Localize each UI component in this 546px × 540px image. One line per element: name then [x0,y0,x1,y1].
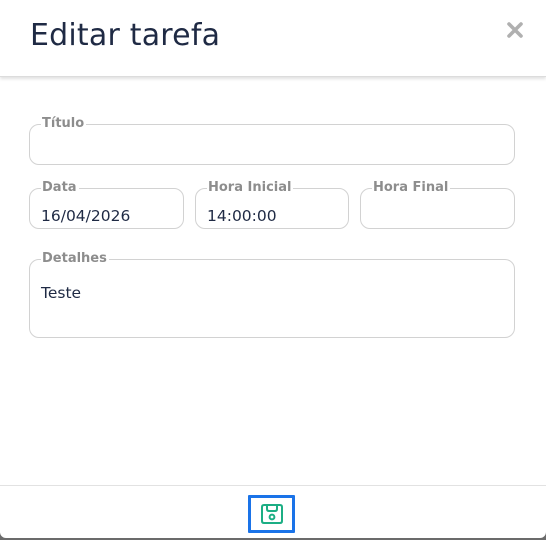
hora-inicial-label: Hora Inicial [208,180,292,195]
close-button[interactable] [502,14,528,46]
modal-body: Título Data 16/04/2026 Hora Inicial 14:0… [0,77,546,485]
hora-final-label: Hora Final [373,180,449,195]
detalhes-field[interactable]: Detalhes Teste [29,252,515,338]
save-button[interactable] [248,495,295,533]
modal-footer [0,485,546,538]
save-icon [260,504,283,524]
detalhes-label: Detalhes [42,251,107,266]
data-field[interactable]: Data 16/04/2026 [29,181,184,229]
edit-task-modal: Editar tarefa Título Data 16/04/2026 Hor… [0,0,546,538]
data-input-value: 16/04/2026 [41,207,131,225]
close-icon [507,22,523,38]
titulo-label: Título [42,116,85,131]
detalhes-textarea-value: Teste [41,284,82,302]
titulo-field[interactable]: Título [29,117,515,165]
modal-header: Editar tarefa [0,0,546,77]
hora-final-field[interactable]: Hora Final [360,181,515,229]
modal-title: Editar tarefa [30,18,221,53]
data-label: Data [42,180,77,195]
hora-inicial-field[interactable]: Hora Inicial 14:00:00 [195,181,349,229]
hora-inicial-input-value: 14:00:00 [207,207,277,225]
